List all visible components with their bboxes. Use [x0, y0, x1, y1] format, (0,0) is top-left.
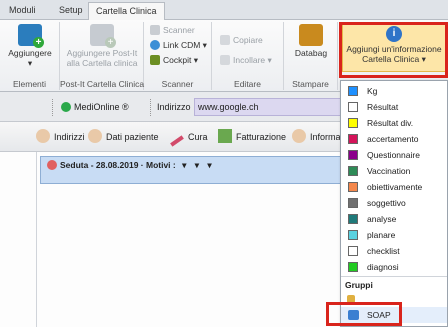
menu-item-label: Résultat div.: [367, 118, 414, 128]
ribbon-tab-strip: Moduli Setup Cartella Clinica: [0, 0, 448, 20]
group-label-stampare: Stampare: [292, 79, 329, 89]
color-swatch-icon: [348, 118, 358, 128]
menu-item-label: obiettivamente: [367, 182, 423, 192]
group-label-editare: Editare: [234, 79, 261, 89]
scanner-button[interactable]: Scanner: [150, 24, 195, 37]
link-cdm-button[interactable]: Link CDM ▾: [150, 39, 207, 52]
patient-icon: [88, 129, 102, 143]
informazione-dropdown-menu: Kg Résultat Résultat div. accertamento Quest…: [340, 80, 448, 327]
indirizzo-label: Indirizzo: [150, 99, 191, 116]
menu-item[interactable]: Vaccination: [341, 163, 447, 179]
color-swatch-icon: [348, 246, 358, 256]
incollare-button[interactable]: Incollare ▾: [220, 54, 272, 67]
menu-separator: [341, 276, 447, 277]
nav-dati-paziente[interactable]: Dati paziente: [88, 129, 159, 145]
color-swatch-icon: [348, 134, 358, 144]
paste-icon: [220, 55, 230, 65]
menu-item-label: Questionnaire: [367, 150, 420, 160]
menu-item-label: analyse: [367, 214, 397, 224]
medionline-button[interactable]: MediOnline ®: [52, 99, 144, 116]
group-scanner: Scanner Link CDM ▾ Cockpit ▾ Scanner: [144, 22, 212, 90]
color-swatch-icon: [348, 102, 358, 112]
seduta-entry[interactable]: Seduta - 28.08.2019 · Motivi : ▾ ▾ ▾: [40, 156, 346, 184]
menu-item[interactable]: Résultat: [341, 99, 447, 115]
nav-cura[interactable]: Cura: [170, 129, 208, 147]
color-swatch-icon: [348, 86, 358, 96]
dropdown-arrow-icon: ▾: [27, 58, 33, 68]
group-postit: + Aggiungere Post-It alla Cartella clini…: [60, 22, 144, 90]
menu-item-label: checklist: [367, 246, 400, 256]
seduta-icon: [47, 160, 57, 170]
menu-item[interactable]: diagnosi: [341, 259, 447, 275]
color-swatch-icon: [348, 166, 358, 176]
group-editare: Copiare Incollare ▾ Editare: [212, 22, 284, 90]
scanner-icon: [150, 25, 160, 35]
url-input[interactable]: www.google.ch: [194, 98, 342, 116]
menu-item[interactable]: accertamento: [341, 131, 447, 147]
menu-item-label: Vaccination: [367, 166, 411, 176]
color-swatch-icon: [348, 150, 358, 160]
menu-item-label: soggettivo: [367, 198, 406, 208]
menu-item[interactable]: Résultat div.: [341, 115, 447, 131]
copiare-button[interactable]: Copiare: [220, 34, 263, 47]
cockpit-icon: [150, 55, 160, 65]
aggiungere-postit-button[interactable]: + Aggiungere Post-It alla Cartella clini…: [62, 24, 142, 68]
databag-button[interactable]: Databag: [287, 24, 335, 58]
motivi-dropdown-3[interactable]: ▾: [207, 160, 211, 170]
menu-item[interactable]: Kg: [341, 83, 447, 99]
menu-item[interactable]: soggettivo: [341, 195, 447, 211]
group-label-elementi: Elementi: [12, 79, 47, 89]
tab-setup[interactable]: Setup: [52, 2, 90, 20]
link-icon: [150, 40, 160, 50]
add-element-icon: +: [18, 24, 44, 48]
briefcase-icon: [299, 24, 323, 46]
invoice-icon: [218, 129, 232, 143]
motivi-dropdown-1[interactable]: ▾: [182, 160, 186, 170]
nav-informa[interactable]: Informa: [292, 129, 341, 145]
menu-item-label: accertamento: [367, 134, 419, 144]
tab-cartella-clinica[interactable]: Cartella Clinica: [88, 2, 165, 20]
menu-item-label: Kg: [367, 86, 378, 96]
tab-moduli[interactable]: Moduli: [2, 2, 43, 20]
nav-fatturazione[interactable]: Fatturazione: [218, 129, 286, 145]
cockpit-button[interactable]: Cockpit ▾: [150, 54, 198, 67]
group-label-postit: Post-It Cartella Clinica: [60, 79, 145, 89]
copy-icon: [220, 35, 230, 45]
color-swatch-icon: [348, 230, 358, 240]
motivi-dropdown-2[interactable]: ▾: [195, 160, 199, 170]
postit-label-line1: Aggiungere Post-It: [66, 48, 138, 58]
color-swatch-icon: [348, 262, 358, 272]
menu-item[interactable]: obiettivamente: [341, 179, 447, 195]
menu-item[interactable]: checklist: [341, 243, 447, 259]
color-swatch-icon: [348, 182, 358, 192]
menu-item-label: planare: [367, 230, 396, 240]
syringe-icon: [170, 135, 184, 147]
group-elementi: + Aggiungere ▾ Elementi: [0, 22, 60, 90]
color-swatch-icon: [348, 198, 358, 208]
menu-item[interactable]: analyse: [341, 211, 447, 227]
highlight-aggiungi-info: [339, 22, 448, 78]
nav-indirizzi[interactable]: Indirizzi: [36, 129, 85, 145]
content-divider: [36, 152, 37, 327]
postit-add-icon: +: [90, 24, 116, 48]
doctor-info-icon: [292, 129, 306, 143]
doctor-icon: [36, 129, 50, 143]
menu-item[interactable]: planare: [341, 227, 447, 243]
group-label-scanner: Scanner: [161, 79, 194, 89]
menu-item[interactable]: Questionnaire: [341, 147, 447, 163]
highlight-soap: [326, 302, 402, 326]
menu-item-label: Résultat: [367, 102, 399, 112]
aggiungere-button[interactable]: + Aggiungere ▾: [2, 24, 58, 68]
color-swatch-icon: [348, 214, 358, 224]
group-stampare: Databag Stampare: [284, 22, 338, 90]
postit-label-line2: alla Cartella clinica: [66, 58, 138, 68]
aggiungere-label: Aggiungere: [8, 48, 52, 58]
menu-item-label: diagnosi: [367, 262, 399, 272]
medionline-icon: [61, 102, 71, 112]
gruppi-header: Gruppi: [345, 280, 373, 290]
